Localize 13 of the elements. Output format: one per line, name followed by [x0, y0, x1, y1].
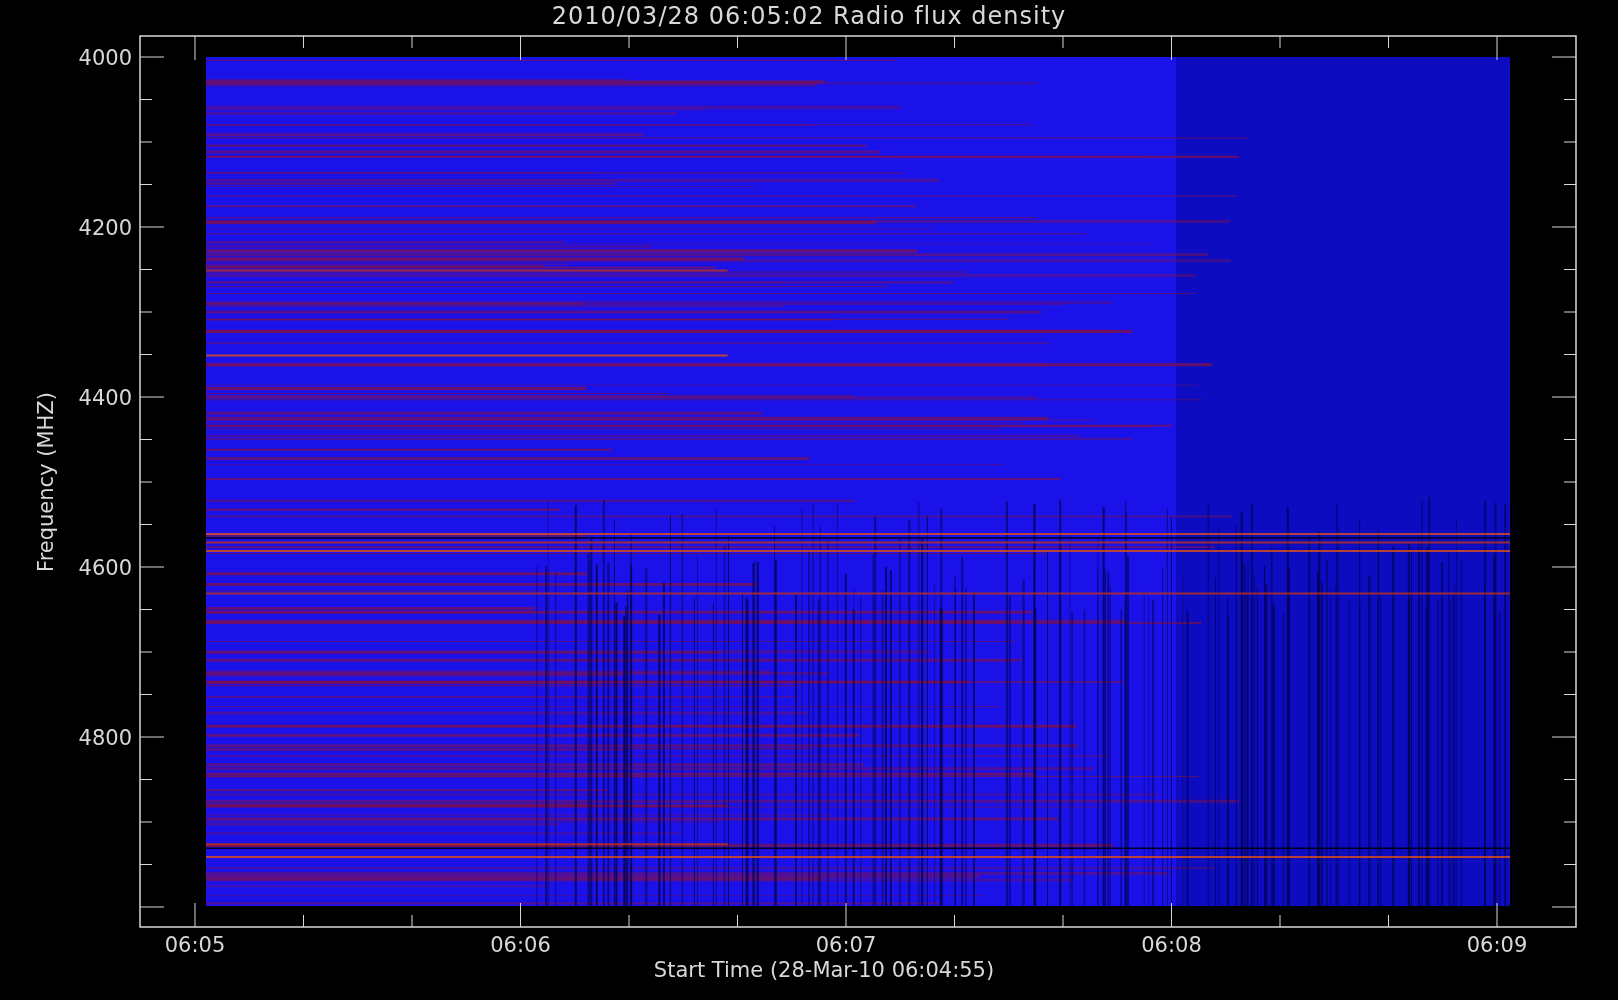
- x-tick-label: 06:07: [815, 933, 877, 957]
- y-tick-label: 4800: [78, 726, 132, 750]
- x-tick-label: 06:09: [1466, 933, 1528, 957]
- x-axis-label: Start Time (28-Mar-10 06:04:55): [653, 958, 995, 982]
- y-tick-label: 4200: [78, 216, 132, 240]
- y-tick-label: 4000: [78, 46, 132, 70]
- x-tick-label: 06:06: [490, 933, 551, 957]
- y-axis-label: Frequency (MHZ): [34, 392, 58, 572]
- x-tick-label: 06:08: [1141, 933, 1202, 957]
- x-tick-label: 06:05: [164, 933, 226, 957]
- chart-title: 2010/03/28 06:05:02 Radio flux density: [551, 1, 1067, 32]
- y-tick-label: 4400: [78, 386, 132, 410]
- y-tick-label: 4600: [78, 556, 132, 580]
